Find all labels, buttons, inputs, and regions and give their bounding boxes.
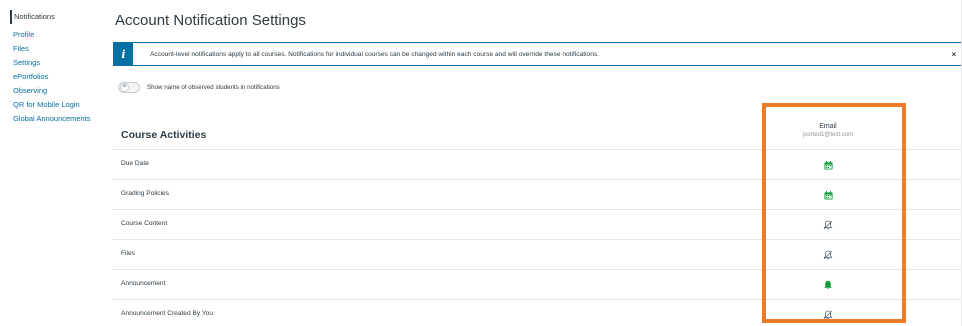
table-header: Course Activities Email jsorted1@test.co… [113, 120, 962, 150]
nav-profile[interactable]: Profile [10, 28, 102, 42]
nav-notifications[interactable]: Notifications [10, 10, 102, 24]
toggle-label: Show name of observed students in notifi… [147, 84, 280, 91]
table-row: Announcement Created By You [113, 300, 962, 326]
table-row: Files [113, 240, 962, 270]
table-row: Due Date [113, 150, 962, 180]
email-column-header: Email jsorted1@test.com [783, 123, 873, 138]
bell-icon[interactable] [816, 277, 840, 293]
calendar-icon[interactable] [816, 157, 840, 173]
info-banner-text: Account-level notifications apply to all… [150, 50, 599, 58]
nav-global-announcements[interactable]: Global Announcements [10, 112, 102, 126]
info-icon: i [114, 43, 133, 65]
toggle-off-icon: × [120, 83, 129, 92]
row-label: Due Date [121, 160, 149, 167]
close-icon[interactable]: × [947, 50, 961, 59]
nav-eportfolios[interactable]: ePortfolios [10, 70, 102, 84]
table-row: Course Content [113, 210, 962, 240]
page-title: Account Notification Settings [115, 12, 306, 29]
table-row: Announcement [113, 270, 962, 300]
settings-nav: Notifications Profile Files Settings ePo… [10, 10, 102, 126]
calendar-icon[interactable] [816, 187, 840, 203]
row-label: Files [121, 250, 135, 257]
table-row: Grading Policies [113, 180, 962, 210]
row-label: Announcement Created By You [121, 310, 214, 317]
bell-off-icon[interactable] [816, 307, 840, 323]
nav-observing[interactable]: Observing [10, 84, 102, 98]
row-label: Course Content [121, 220, 168, 227]
info-banner: i Account-level notifications apply to a… [113, 42, 962, 66]
section-title: Course Activities [121, 129, 207, 141]
email-column-title: Email [819, 123, 837, 130]
observed-students-toggle[interactable]: × [118, 82, 140, 93]
observed-students-toggle-row: × Show name of observed students in noti… [118, 82, 280, 93]
nav-settings[interactable]: Settings [10, 56, 102, 70]
bell-off-icon[interactable] [816, 247, 840, 263]
nav-qr-mobile-login[interactable]: QR for Mobile Login [10, 98, 102, 112]
row-label: Announcement [121, 280, 166, 287]
notification-table: Course Activities Email jsorted1@test.co… [113, 120, 962, 326]
email-address: jsorted1@test.com [802, 132, 854, 138]
bell-off-icon[interactable] [816, 217, 840, 233]
nav-files[interactable]: Files [10, 42, 102, 56]
row-label: Grading Policies [121, 190, 170, 197]
